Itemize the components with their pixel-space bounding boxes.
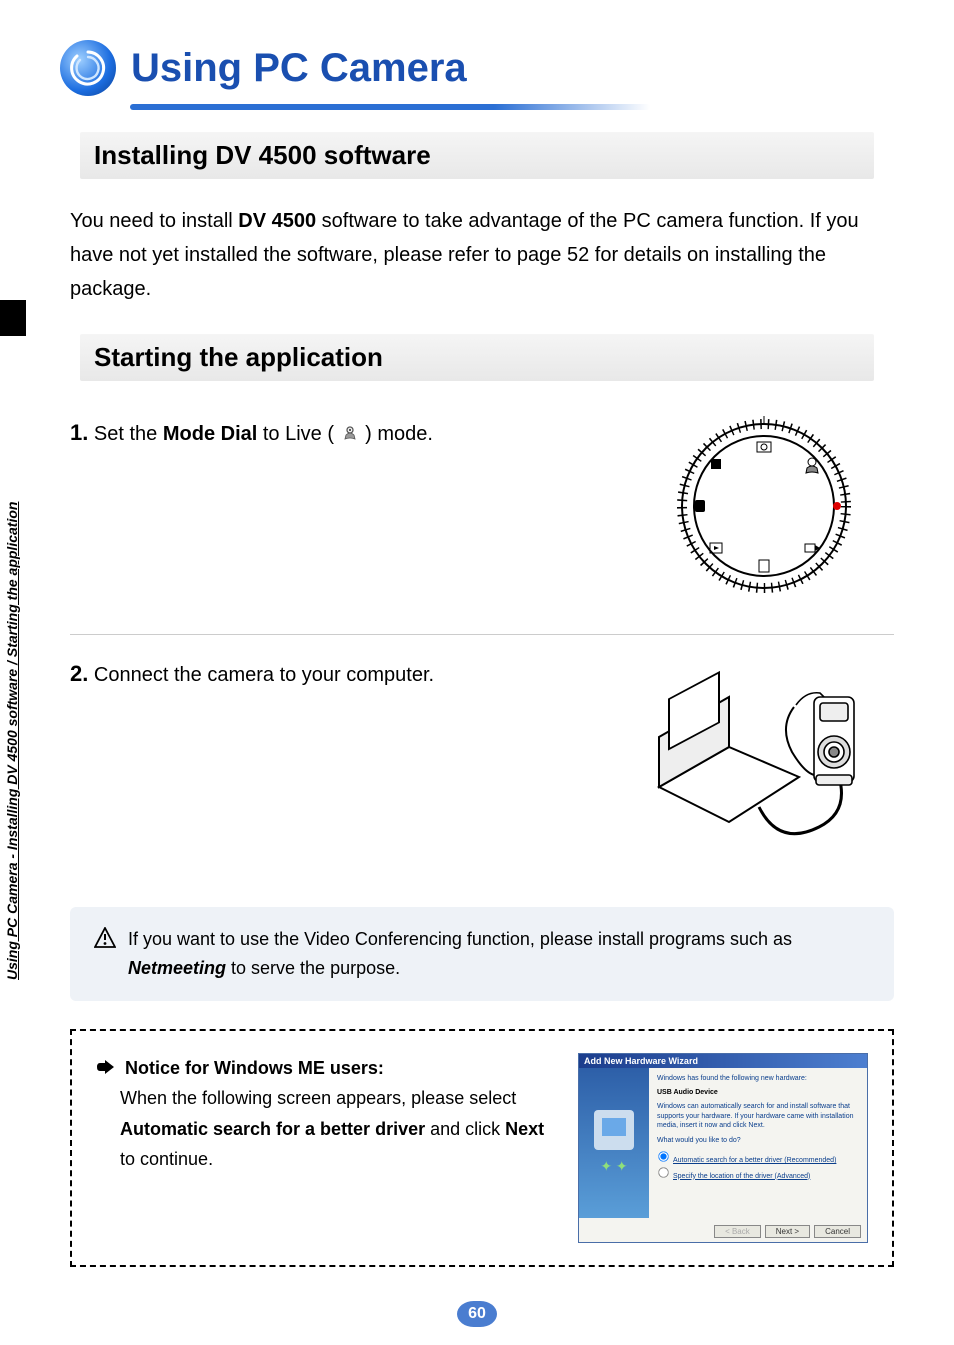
wizard-screenshot: Add New Hardware Wizard ✦ ✦ Windows has …: [578, 1053, 868, 1243]
wizard-sidebar-graphic: ✦ ✦: [579, 1068, 649, 1218]
section-heading-start: Starting the application: [80, 334, 874, 381]
me-line-d: Next: [505, 1119, 544, 1139]
me-line-c: and click: [425, 1119, 505, 1139]
page-number: 60: [457, 1301, 497, 1327]
intro-paragraph: You need to install DV 4500 software to …: [60, 204, 894, 306]
live-mode-icon: [340, 422, 360, 442]
wizard-title: Add New Hardware Wizard: [579, 1054, 867, 1068]
step-1: 1. Set the Mode Dial to Live ( ) mode.: [70, 406, 894, 616]
windows-me-notice: Notice for Windows ME users: When the fo…: [70, 1029, 894, 1267]
warning-icon: [94, 927, 116, 949]
step1-prefix: Set the: [88, 423, 163, 445]
wizard-back-button: < Back: [714, 1225, 761, 1238]
wizard-found-text: Windows has found the following new hard…: [657, 1074, 859, 1083]
wizard-desc: Windows can automatically search for and…: [657, 1102, 859, 1130]
intro-bold: DV 4500: [238, 210, 316, 232]
step1-number: 1.: [70, 420, 88, 445]
camera-laptop-illustration: [634, 657, 894, 857]
me-notice-title: Notice for Windows ME users:: [125, 1058, 384, 1078]
notice-bold: Netmeeting: [128, 958, 226, 978]
wizard-next-button[interactable]: Next >: [765, 1225, 810, 1238]
step2-number: 2.: [70, 661, 88, 686]
me-line-a: When the following screen appears, pleas…: [120, 1088, 516, 1108]
wizard-opt1[interactable]: Automatic search for a better driver (Re…: [657, 1157, 836, 1164]
section-heading-install: Installing DV 4500 software: [80, 132, 874, 179]
page-title: Using PC Camera: [131, 46, 467, 91]
mode-dial-illustration: [634, 416, 894, 596]
me-line-e: to continue.: [120, 1149, 213, 1169]
me-line-b: Automatic search for a better driver: [120, 1119, 425, 1139]
notice-suffix: to serve the purpose.: [226, 958, 400, 978]
step1-mid: to Live (: [257, 423, 339, 445]
swirl-icon: [60, 40, 116, 96]
wizard-device: USB Audio Device: [657, 1088, 859, 1097]
page-number-wrap: 60: [0, 1301, 954, 1327]
step2-text: Connect the camera to your computer.: [88, 664, 434, 686]
step1-bold: Mode Dial: [163, 423, 257, 445]
wizard-cancel-button[interactable]: Cancel: [814, 1225, 861, 1238]
intro-prefix: You need to install: [70, 210, 238, 232]
step1-suffix: ) mode.: [360, 423, 433, 445]
wizard-opt2[interactable]: Specify the location of the driver (Adva…: [657, 1173, 810, 1180]
title-underline: [130, 104, 650, 110]
notice-prefix: If you want to use the Video Conferencin…: [128, 929, 792, 949]
wizard-prompt: What would you like to do?: [657, 1136, 859, 1145]
chapter-header: Using PC Camera: [60, 40, 894, 96]
video-conf-notice: If you want to use the Video Conferencin…: [70, 907, 894, 1001]
step-2: 2. Connect the camera to your computer.: [70, 634, 894, 877]
pointer-icon: [96, 1055, 116, 1073]
